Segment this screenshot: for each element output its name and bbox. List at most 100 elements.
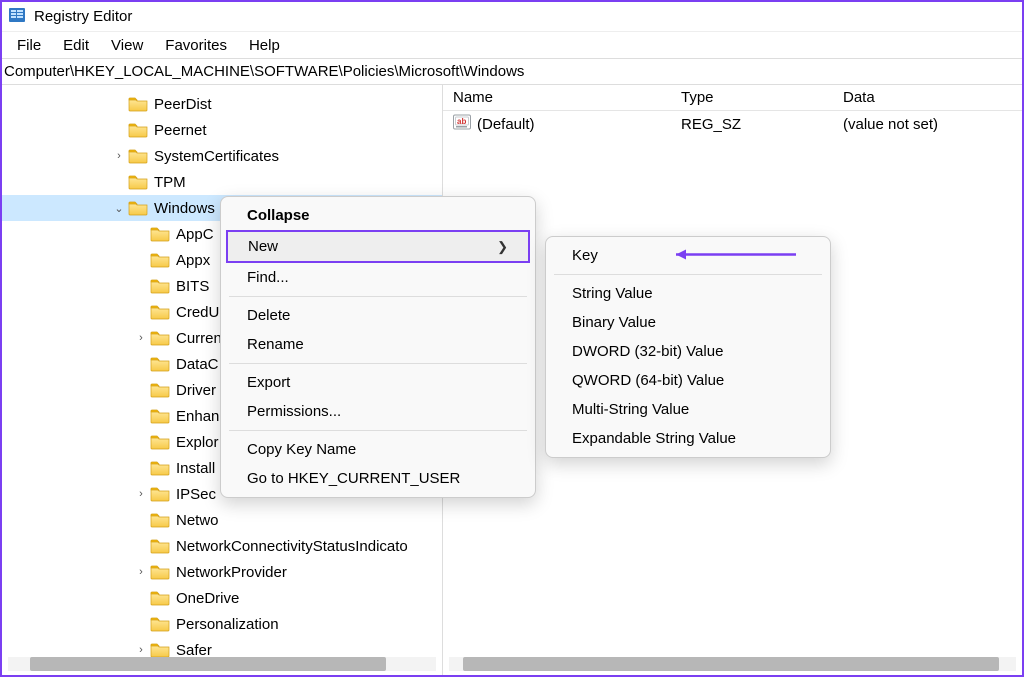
tree-item-label: OneDrive — [176, 590, 239, 607]
submenu-expand[interactable]: Expandable String Value — [552, 424, 824, 453]
tree-item-label: CredU — [176, 304, 219, 321]
ctx-export[interactable]: Export — [227, 368, 529, 397]
ctx-copy-key-name[interactable]: Copy Key Name — [227, 435, 529, 464]
folder-icon — [128, 122, 148, 138]
submenu-multi[interactable]: Multi-String Value — [552, 395, 824, 424]
tree-item-label: Appx — [176, 252, 210, 269]
chevron-right-icon[interactable]: › — [134, 332, 148, 344]
folder-icon — [150, 382, 170, 398]
submenu-binary[interactable]: Binary Value — [552, 308, 824, 337]
folder-icon — [150, 642, 170, 658]
tree-item[interactable]: Personalization — [2, 611, 442, 637]
tree-item[interactable]: NetworkConnectivityStatusIndicato — [2, 533, 442, 559]
tree-item-label: Peernet — [154, 122, 207, 139]
ctx-rename[interactable]: Rename — [227, 330, 529, 359]
ctx-new-label: New — [248, 238, 278, 255]
tree-item[interactable]: › NetworkProvider — [2, 559, 442, 585]
context-menu: Collapse New ❯ Find... Delete Rename Exp… — [220, 196, 536, 498]
ctx-permissions[interactable]: Permissions... — [227, 397, 529, 426]
list-row[interactable]: (Default) REG_SZ (value not set) — [443, 111, 1022, 137]
tree-item-label: Enhan — [176, 408, 219, 425]
tree-item[interactable]: Peernet — [2, 117, 442, 143]
tree-hscrollbar[interactable] — [8, 657, 436, 671]
ctx-find[interactable]: Find... — [227, 263, 529, 292]
folder-icon — [150, 304, 170, 320]
string-value-icon — [453, 114, 471, 134]
folder-icon — [150, 434, 170, 450]
submenu-key-label: Key — [572, 247, 598, 264]
column-header-type[interactable]: Type — [671, 85, 833, 110]
value-name: (Default) — [477, 116, 535, 133]
tree-item[interactable]: Netwo — [2, 507, 442, 533]
scrollbar-thumb[interactable] — [463, 657, 999, 671]
list-header: Name Type Data — [443, 85, 1022, 111]
folder-icon — [150, 330, 170, 346]
separator — [554, 274, 822, 275]
tree-item[interactable]: › SystemCertificates — [2, 143, 442, 169]
tree-item-label: TPM — [154, 174, 186, 191]
folder-icon — [150, 538, 170, 554]
tree-item-label: NetworkProvider — [176, 564, 287, 581]
menu-favorites[interactable]: Favorites — [154, 34, 238, 57]
chevron-right-icon[interactable]: › — [134, 566, 148, 578]
ctx-delete[interactable]: Delete — [227, 301, 529, 330]
submenu-key[interactable]: Key — [552, 241, 824, 270]
folder-icon — [150, 252, 170, 268]
ctx-goto-hkcu[interactable]: Go to HKEY_CURRENT_USER — [227, 464, 529, 493]
menu-help[interactable]: Help — [238, 34, 291, 57]
tree-item-label: SystemCertificates — [154, 148, 279, 165]
address-bar[interactable]: Computer\HKEY_LOCAL_MACHINE\SOFTWARE\Pol… — [2, 59, 1022, 85]
folder-icon — [128, 96, 148, 112]
folder-icon — [150, 590, 170, 606]
submenu-string[interactable]: String Value — [552, 279, 824, 308]
menu-bar: File Edit View Favorites Help — [2, 32, 1022, 59]
window-frame: Registry Editor File Edit View Favorites… — [0, 0, 1024, 677]
submenu-dword[interactable]: DWORD (32-bit) Value — [552, 337, 824, 366]
tree-item-label: Curren — [176, 330, 222, 347]
regedit-icon — [8, 6, 26, 28]
window-title: Registry Editor — [34, 8, 132, 25]
tree-item-label: Safer — [176, 642, 212, 659]
folder-icon — [150, 512, 170, 528]
tree-item-label: Windows — [154, 200, 215, 217]
tree-item-label: Driver — [176, 382, 216, 399]
chevron-down-icon[interactable]: ⌄ — [112, 202, 126, 215]
folder-icon — [150, 278, 170, 294]
folder-icon — [150, 226, 170, 242]
tree-item-label: Explor — [176, 434, 219, 451]
tree-item[interactable]: OneDrive — [2, 585, 442, 611]
tree-item-label: Install — [176, 460, 215, 477]
folder-icon — [150, 408, 170, 424]
tree-item[interactable]: PeerDist — [2, 91, 442, 117]
folder-icon — [150, 564, 170, 580]
folder-icon — [128, 174, 148, 190]
submenu-qword[interactable]: QWORD (64-bit) Value — [552, 366, 824, 395]
tree-item[interactable]: TPM — [2, 169, 442, 195]
folder-icon — [150, 486, 170, 502]
tree-item-label: IPSec — [176, 486, 216, 503]
chevron-right-icon: ❯ — [497, 239, 508, 255]
tree-item-label: NetworkConnectivityStatusIndicato — [176, 538, 408, 555]
chevron-right-icon[interactable]: › — [112, 150, 126, 162]
separator — [229, 363, 527, 364]
scrollbar-thumb[interactable] — [30, 657, 386, 671]
column-header-name[interactable]: Name — [443, 85, 671, 110]
folder-icon — [128, 200, 148, 216]
tree-item-label: DataC — [176, 356, 219, 373]
ctx-new[interactable]: New ❯ — [226, 230, 530, 263]
value-data: (value not set) — [833, 116, 1022, 133]
tree-item-label: Netwo — [176, 512, 219, 529]
menu-edit[interactable]: Edit — [52, 34, 100, 57]
chevron-right-icon[interactable]: › — [134, 488, 148, 500]
chevron-right-icon[interactable]: › — [134, 644, 148, 656]
menu-view[interactable]: View — [100, 34, 154, 57]
menu-file[interactable]: File — [6, 34, 52, 57]
column-header-data[interactable]: Data — [833, 85, 1022, 110]
ctx-collapse[interactable]: Collapse — [227, 201, 529, 230]
list-hscrollbar[interactable] — [449, 657, 1016, 671]
folder-icon — [128, 148, 148, 164]
tree-item-label: PeerDist — [154, 96, 212, 113]
title-bar: Registry Editor — [2, 2, 1022, 32]
separator — [229, 296, 527, 297]
separator — [229, 430, 527, 431]
